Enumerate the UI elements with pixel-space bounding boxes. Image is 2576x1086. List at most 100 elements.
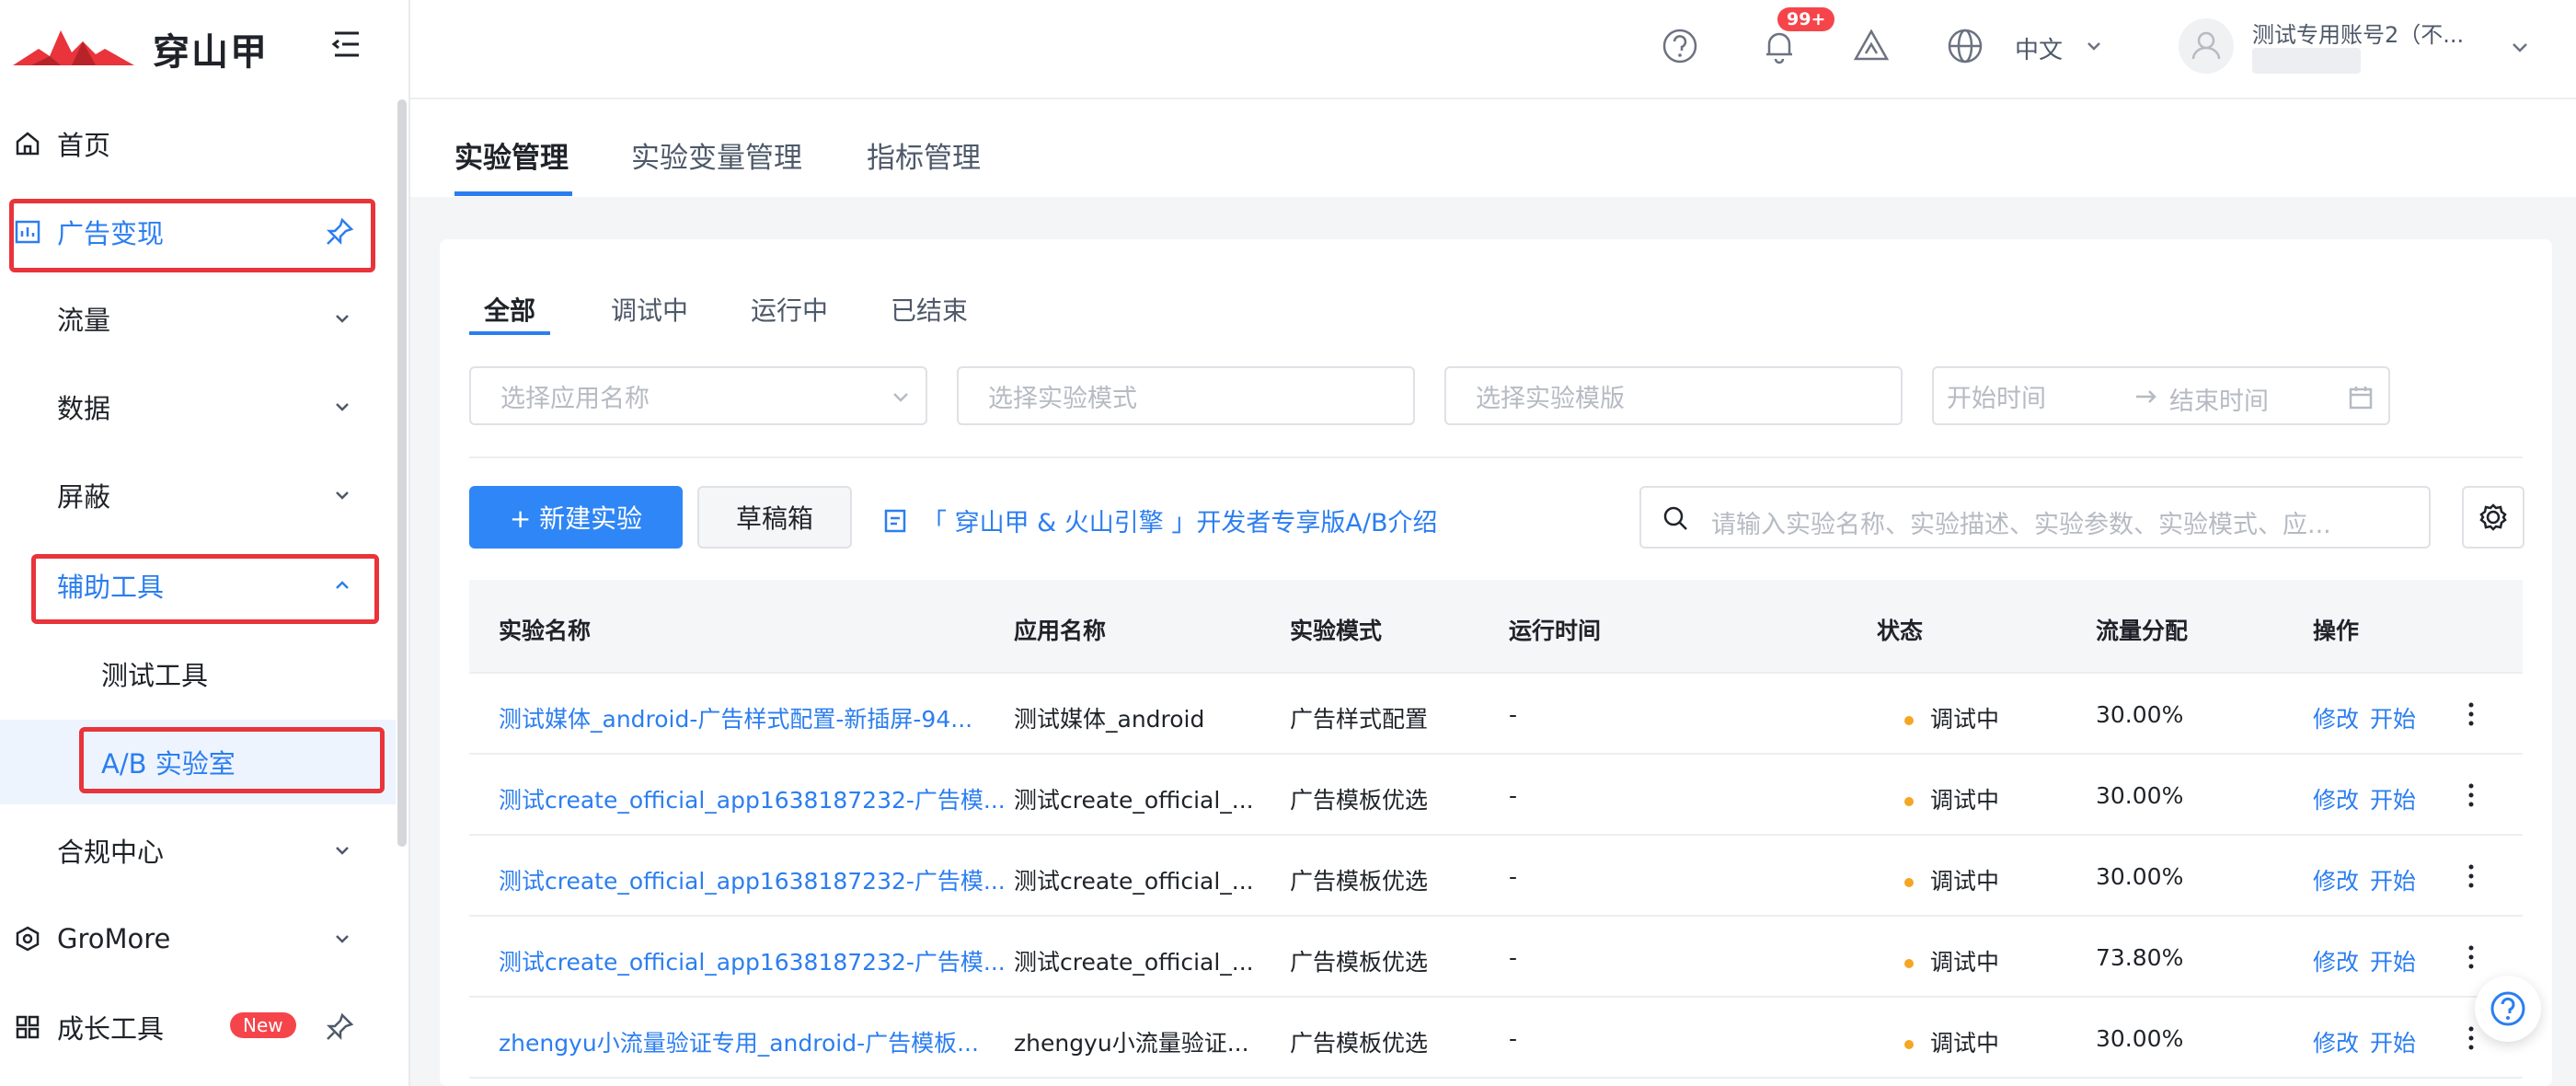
- sidebar-item-home[interactable]: 首页: [0, 101, 396, 186]
- status-badge: 调试中: [1904, 944, 1999, 977]
- globe-icon[interactable]: [1945, 26, 1985, 66]
- sidebar-item-compliance[interactable]: 合规中心: [0, 808, 396, 893]
- subtab-debugging[interactable]: 调试中: [611, 291, 688, 328]
- chevron-down-icon: [329, 394, 355, 420]
- start-button[interactable]: 开始: [2370, 1025, 2416, 1058]
- table-row: 测试create_official_app1638187232-广告模... 测…: [469, 836, 2523, 917]
- sidebar-item-data[interactable]: 数据: [0, 364, 396, 449]
- experiment-mode: 广告模板优选: [1290, 1030, 1429, 1057]
- new-experiment-button[interactable]: + 新建实验: [469, 486, 683, 549]
- sidebar-item-traffic[interactable]: 流量: [0, 276, 396, 361]
- chevron-down-icon: [329, 306, 355, 331]
- chevron-down-icon: [2083, 35, 2105, 57]
- start-date-placeholder[interactable]: 开始时间: [1947, 378, 2046, 414]
- template-select-placeholder: 选择实验模版: [1476, 384, 1625, 413]
- edit-button[interactable]: 修改: [2313, 782, 2359, 815]
- app-name: 测试create_official_...: [1014, 949, 1254, 976]
- floating-help-button[interactable]: [2475, 976, 2541, 1042]
- help-icon: [2490, 991, 2525, 1026]
- sidebar-item-label: 成长工具: [57, 1013, 165, 1045]
- status-dot: [1904, 959, 1914, 968]
- more-icon[interactable]: [2462, 1022, 2480, 1055]
- account-name[interactable]: 测试专用账号2（不...: [2252, 17, 2464, 49]
- experiment-mode: 广告模板优选: [1290, 868, 1429, 895]
- chevron-up-icon: [329, 572, 355, 598]
- app-name: 测试create_official_...: [1014, 868, 1254, 895]
- gear-icon: [2479, 503, 2507, 531]
- mode-select[interactable]: 选择实验模式: [957, 366, 1415, 425]
- subtab-finished[interactable]: 已结束: [891, 291, 968, 328]
- settings-button[interactable]: [2462, 486, 2524, 549]
- table-row: 测试媒体_android-广告样式配置-新插屏-94... 测试媒体_andro…: [469, 674, 2523, 755]
- status-dot: [1904, 797, 1914, 806]
- start-button[interactable]: 开始: [2370, 863, 2416, 896]
- sidebar-scrollbar[interactable]: [397, 99, 407, 847]
- traffic-allocation: 30.00%: [2096, 863, 2184, 890]
- more-icon[interactable]: [2462, 698, 2480, 731]
- experiment-name-link[interactable]: 测试create_official_app1638187232-广告模...: [499, 782, 1006, 815]
- sidebar-item-gromore[interactable]: GroMore: [0, 896, 396, 981]
- chart-icon: [13, 217, 42, 247]
- app-select[interactable]: 选择应用名称: [469, 366, 927, 425]
- start-button[interactable]: 开始: [2370, 944, 2416, 977]
- sidebar-item-label: GroMore: [57, 923, 171, 954]
- status-badge: 调试中: [1904, 701, 1999, 734]
- bell-icon[interactable]: [1759, 26, 1800, 66]
- column-header: 实验模式: [1290, 618, 1383, 644]
- edit-button[interactable]: 修改: [2313, 944, 2359, 977]
- sidebar-item-aux-tools[interactable]: 辅助工具: [0, 543, 396, 628]
- table-header: 实验名称 应用名称 实验模式 运行时间 状态 流量分配 操作: [469, 580, 2523, 674]
- edit-button[interactable]: 修改: [2313, 1025, 2359, 1058]
- status-text: 调试中: [1930, 706, 2000, 733]
- experiment-name-link[interactable]: 测试create_official_app1638187232-广告模...: [499, 863, 1006, 896]
- status-badge: 调试中: [1904, 863, 1999, 896]
- edit-button[interactable]: 修改: [2313, 863, 2359, 896]
- more-icon[interactable]: [2462, 779, 2480, 812]
- subtab-running[interactable]: 运行中: [751, 291, 828, 328]
- avatar[interactable]: [2179, 18, 2234, 74]
- sidebar-item-ad-monetization[interactable]: 广告变现: [0, 190, 396, 274]
- template-select[interactable]: 选择实验模版: [1444, 366, 1903, 425]
- experiment-name-link[interactable]: 测试媒体_android-广告样式配置-新插屏-94...: [499, 701, 972, 734]
- sidebar-item-test-tools[interactable]: 测试工具: [0, 631, 396, 716]
- column-header: 操作: [2313, 618, 2360, 644]
- experiment-list-card: 全部 调试中 运行中 已结束 选择应用名称 选择实验模式 选择实验模版 开始时间…: [440, 239, 2552, 1086]
- experiment-name-link[interactable]: 测试create_official_app1638187232-广告模...: [499, 944, 1006, 977]
- sidebar-item-ab-lab[interactable]: A/B 实验室: [0, 720, 396, 804]
- help-icon[interactable]: [1660, 26, 1700, 66]
- brand-logo[interactable]: 穿山甲: [13, 22, 269, 75]
- tab-experiment-management[interactable]: 实验管理: [454, 134, 569, 176]
- warning-icon[interactable]: [1851, 26, 1892, 66]
- sidebar-item-label: 辅助工具: [57, 572, 165, 603]
- sidebar-item-growth-tools[interactable]: 成长工具 New: [0, 985, 396, 1069]
- tab-metric-management[interactable]: 指标管理: [867, 134, 981, 176]
- subtab-all[interactable]: 全部: [484, 291, 535, 328]
- end-date-placeholder[interactable]: 结束时间: [2169, 381, 2269, 417]
- status-text: 调试中: [1930, 868, 2000, 895]
- run-time: -: [1509, 863, 1518, 890]
- start-button[interactable]: 开始: [2370, 782, 2416, 815]
- ab-intro-link-label: 「 穿山甲 & 火山引擎 」开发者专享版A/B介绍: [922, 509, 1438, 537]
- column-header: 实验名称: [499, 618, 592, 644]
- sidebar-item-label: 数据: [57, 393, 111, 424]
- chevron-down-icon[interactable]: [2508, 35, 2532, 59]
- run-time: -: [1509, 782, 1518, 809]
- search-input[interactable]: 请输入实验名称、实验描述、实验参数、实验模式、应...: [1639, 486, 2431, 549]
- more-icon[interactable]: [2462, 941, 2480, 974]
- sidebar-item-block[interactable]: 屏蔽: [0, 453, 396, 537]
- pin-icon[interactable]: [324, 216, 355, 248]
- language-selector[interactable]: 中文: [2015, 31, 2063, 65]
- drafts-button[interactable]: 草稿箱: [697, 486, 852, 549]
- edit-button[interactable]: 修改: [2313, 701, 2359, 734]
- experiment-name-link[interactable]: zhengyu小流量验证专用_android-广告模板...: [499, 1025, 979, 1058]
- sidebar-item-label: 测试工具: [101, 660, 209, 691]
- pin-icon[interactable]: [324, 1011, 355, 1043]
- date-range-picker[interactable]: 开始时间 结束时间: [1932, 366, 2390, 425]
- collapse-menu-icon[interactable]: [328, 26, 364, 63]
- app-select-placeholder: 选择应用名称: [500, 384, 650, 413]
- tab-variable-management[interactable]: 实验变量管理: [631, 134, 802, 176]
- more-icon[interactable]: [2462, 860, 2480, 893]
- start-button[interactable]: 开始: [2370, 701, 2416, 734]
- gromore-icon: [13, 924, 42, 953]
- ab-intro-link[interactable]: 「 穿山甲 & 火山引擎 」开发者专享版A/B介绍: [881, 503, 1437, 538]
